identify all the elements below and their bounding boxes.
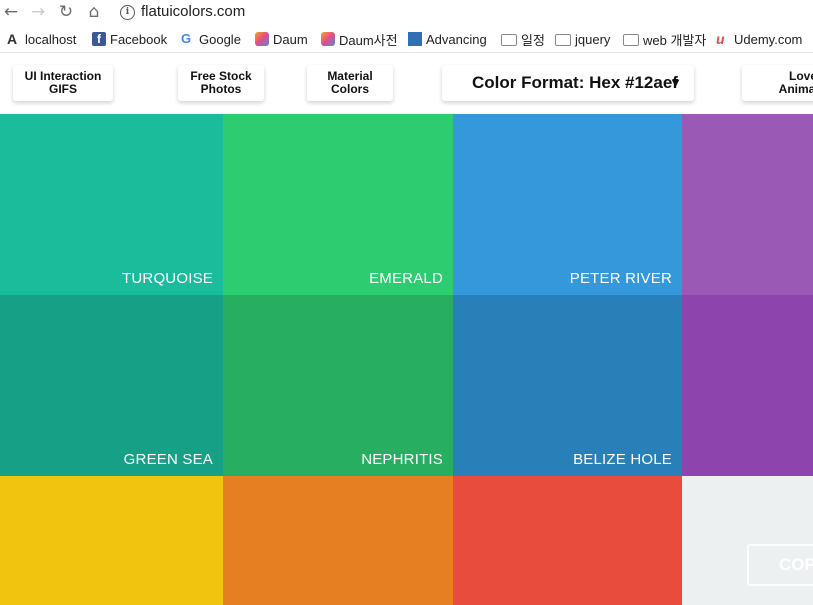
color-name: BELIZE HOLE: [573, 451, 672, 468]
color-tile[interactable]: [0, 476, 223, 605]
color-tile[interactable]: [453, 476, 682, 605]
advancing-icon: [408, 32, 422, 46]
folder-icon: [623, 34, 639, 46]
folder-icon: [555, 34, 571, 46]
bookmark-localhost[interactable]: A localhost: [7, 30, 76, 48]
bookmark-daum[interactable]: Daum: [255, 30, 308, 48]
color-tile[interactable]: EMERALD: [223, 114, 453, 295]
color-name: GREEN SEA: [123, 451, 213, 468]
stock-photos-button[interactable]: Free Stock Photos: [178, 65, 264, 101]
site-nav: UI Interaction GIFS Free Stock Photos Ma…: [0, 53, 813, 114]
udemy-icon: u: [716, 31, 725, 47]
color-name: EMERALD: [369, 270, 443, 287]
chevron-down-icon: ▼: [669, 75, 682, 90]
color-tile[interactable]: [682, 295, 813, 476]
bookmark-label: web 개발자: [643, 32, 707, 48]
address-bar[interactable]: flatuicolors.com: [141, 3, 245, 20]
color-name: NEPHRITIS: [361, 451, 443, 468]
browser-toolbar: ← → ↻ ⌂ i flatuicolors.com: [0, 0, 813, 26]
bookmark-folder-jquery[interactable]: jquery: [555, 30, 610, 48]
forward-arrow-icon[interactable]: →: [29, 3, 47, 21]
bookmark-label: Daum: [273, 31, 308, 47]
lovely-animation-button[interactable]: Lovely Animation: [742, 65, 813, 101]
reload-icon[interactable]: ↻: [57, 3, 75, 21]
color-tile[interactable]: [682, 114, 813, 295]
color-tile[interactable]: TURQUOISE: [0, 114, 223, 295]
bookmark-advancing[interactable]: Advancing: [408, 30, 487, 48]
color-name: TURQUOISE: [122, 270, 213, 287]
daum-icon: [321, 32, 335, 46]
bookmark-label: Daum사전: [339, 32, 398, 48]
a-logo-icon: A: [7, 31, 18, 47]
home-icon[interactable]: ⌂: [85, 3, 103, 21]
folder-icon: [501, 34, 517, 46]
bookmark-facebook[interactable]: f Facebook: [92, 30, 167, 48]
color-tile[interactable]: PETER RIVER: [453, 114, 682, 295]
material-colors-button[interactable]: Material Colors: [307, 65, 393, 101]
daum-icon: [255, 32, 269, 46]
color-tile[interactable]: GREEN SEA: [0, 295, 223, 476]
color-format-dropdown[interactable]: Color Format: Hex #12aef ▼: [442, 65, 694, 101]
copy-button[interactable]: COPY: [747, 544, 813, 586]
bookmark-label: localhost: [25, 31, 77, 47]
bookmark-label: jquery: [575, 31, 611, 47]
bookmark-google[interactable]: G Google: [181, 30, 241, 48]
info-icon[interactable]: i: [120, 5, 135, 20]
color-tile[interactable]: NEPHRITIS: [223, 295, 453, 476]
bookmark-label: 일정: [521, 32, 545, 48]
back-arrow-icon[interactable]: ←: [2, 3, 20, 21]
bookmark-label: Udemy.com: [734, 31, 803, 47]
google-icon: G: [181, 31, 192, 46]
bookmark-folder-web-dev[interactable]: web 개발자: [623, 30, 706, 48]
ui-gifs-button[interactable]: UI Interaction GIFS: [13, 65, 113, 101]
color-name: PETER RIVER: [569, 270, 672, 287]
color-tile[interactable]: [223, 476, 453, 605]
bookmark-label: Facebook: [110, 31, 168, 47]
facebook-icon: f: [92, 32, 106, 46]
bookmarks-bar: A localhost f Facebook G Google Daum Dau…: [0, 26, 813, 53]
bookmark-label: Advancing: [426, 31, 487, 47]
bookmark-udemy[interactable]: u Udemy.com: [716, 30, 802, 48]
bookmark-label: Google: [199, 31, 241, 47]
bookmark-daum-dictionary[interactable]: Daum사전: [321, 30, 398, 48]
bookmark-folder-schedule[interactable]: 일정: [501, 30, 545, 48]
color-grid: TURQUOISE EMERALD PETER RIVER GREEN SEA …: [0, 114, 813, 605]
color-tile[interactable]: BELIZE HOLE: [453, 295, 682, 476]
color-format-label: Color Format: Hex #12aef: [472, 73, 678, 92]
